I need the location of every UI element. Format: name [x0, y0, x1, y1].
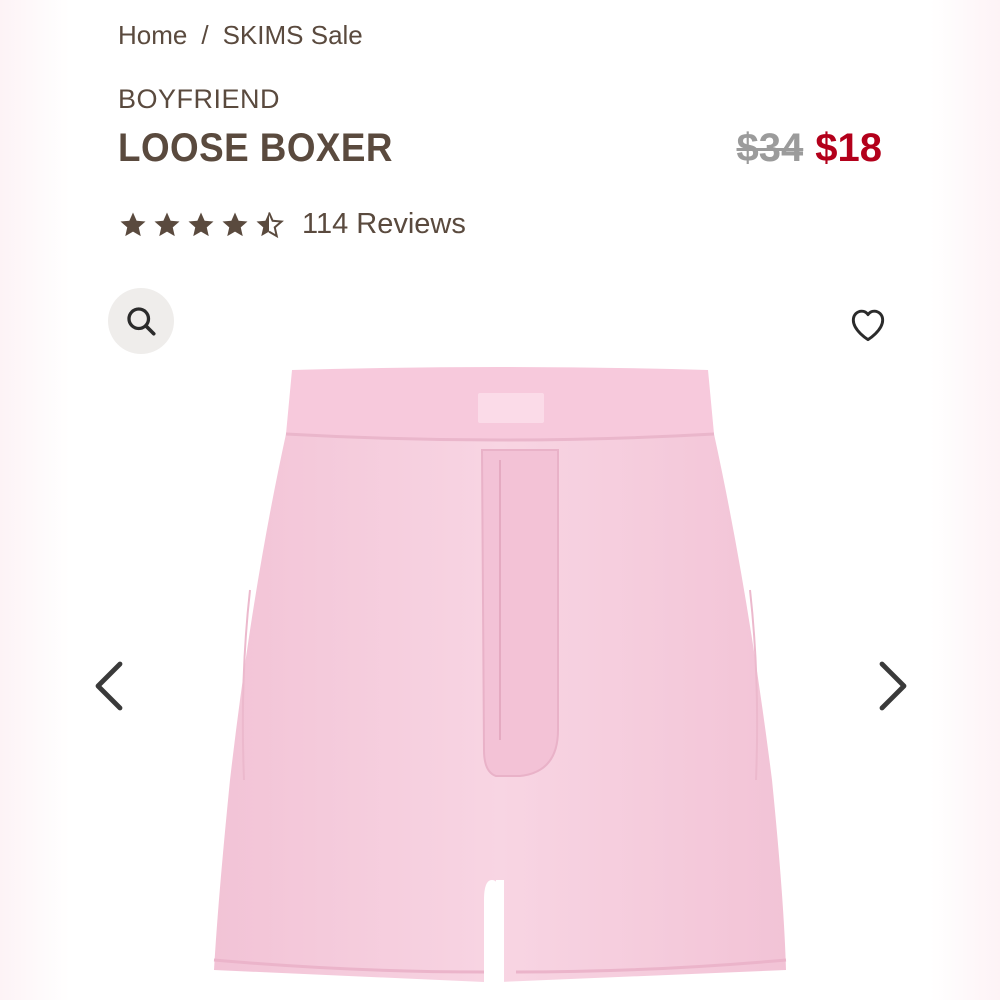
product-collection: BOYFRIEND: [118, 84, 281, 114]
reviews-count[interactable]: 114 Reviews: [302, 208, 466, 241]
star-icon: [188, 212, 214, 236]
chevron-left-icon: [95, 661, 123, 711]
breadcrumb-separator: /: [201, 20, 209, 50]
zoom-button[interactable]: [108, 288, 174, 354]
breadcrumb-home-link[interactable]: Home: [118, 20, 187, 51]
product-page: Home / SKIMS Sale BOYFRIEND LOOSE BOXER …: [0, 0, 1000, 1000]
heart-outline-icon: [851, 309, 885, 342]
half-star-icon: [256, 211, 284, 238]
left-edge-shade: [0, 0, 70, 1000]
rating-summary[interactable]: 114 Reviews: [118, 208, 466, 241]
product-image[interactable]: [200, 360, 800, 1000]
star-rating: [118, 210, 284, 240]
chevron-right-icon: [879, 661, 907, 711]
product-title: LOOSE BOXER: [118, 126, 393, 170]
price-block: $34 $18: [737, 126, 883, 171]
breadcrumb-sale-link[interactable]: SKIMS Sale: [223, 20, 363, 51]
previous-image-button[interactable]: [80, 656, 140, 716]
wishlist-button[interactable]: [842, 298, 894, 350]
sale-price: $18: [815, 126, 882, 170]
star-icon: [154, 212, 180, 236]
breadcrumb: Home / SKIMS Sale: [118, 20, 363, 51]
star-icon: [120, 212, 146, 236]
right-edge-shade: [930, 0, 1000, 1000]
search-icon: [127, 307, 156, 336]
next-image-button[interactable]: [862, 656, 922, 716]
star-icon: [222, 212, 248, 236]
original-price: $34: [736, 126, 804, 170]
